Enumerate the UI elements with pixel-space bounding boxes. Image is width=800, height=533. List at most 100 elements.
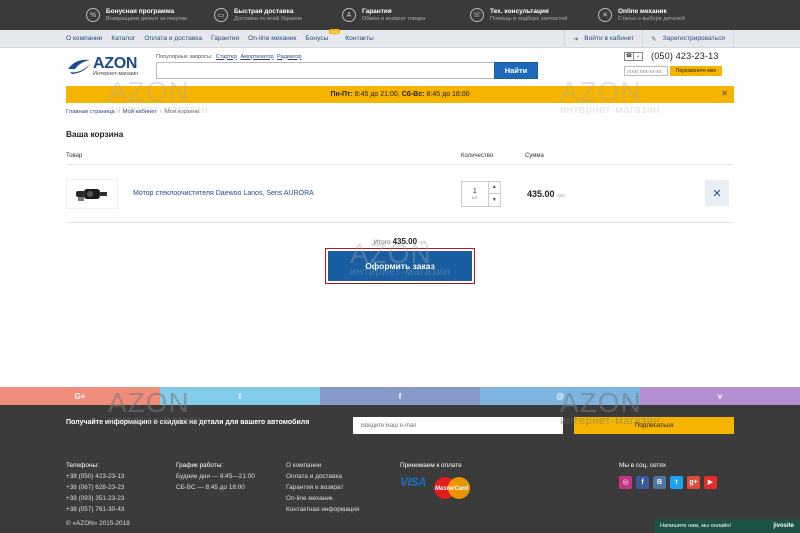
chevron-down-icon[interactable]: ⌄ — [634, 51, 643, 61]
subscribe-button[interactable]: Подписаться — [574, 417, 734, 434]
breadcrumb-separator: › — [117, 109, 120, 115]
footer-phones: Телефоны: +38 (050) 423-23-13 +38 (067) … — [66, 460, 124, 515]
instagram-icon[interactable]: ◎ — [619, 476, 632, 489]
schedule-weekend-hours: 8:45 до 18:00 — [426, 91, 470, 98]
callback-phone-input[interactable] — [624, 66, 668, 76]
chat-widget[interactable]: Напишите нам, мы онлайн! jivosite — [654, 519, 800, 533]
phone-number[interactable]: (050) 423-23-13 — [651, 51, 719, 61]
nav-link-mechanic[interactable]: On-line механик — [248, 35, 296, 42]
chat-text: Напишите нам, мы онлайн! — [660, 523, 731, 529]
decrement-icon[interactable]: ▼ — [489, 194, 500, 206]
footer-link[interactable]: Контактная информация — [286, 504, 359, 515]
popular-query[interactable]: Стартер — [216, 54, 237, 60]
twitter-icon[interactable]: t — [670, 476, 683, 489]
shield-icon: A — [342, 8, 356, 22]
breadcrumb-account[interactable]: Мой кабинет — [123, 109, 157, 115]
footer-schedule: График работы: Будние дни — 8:45—21:00 С… — [176, 460, 255, 493]
benefit-subtitle: Возвращаем деньги за покупки — [106, 15, 188, 22]
mastercard-label: MasterCard — [435, 486, 469, 492]
nav-link-bonus-label: Бонусы — [305, 35, 329, 42]
payment-title: Принимаем к оплате — [400, 462, 462, 469]
copyright: © «AZON» 2015-2018 — [66, 520, 130, 527]
telegram-icon[interactable]: @ — [480, 387, 640, 405]
mastercard-icon: MasterCard — [434, 477, 471, 499]
col-product: Товар — [66, 153, 83, 159]
logo-subtitle: Интернет-магазин — [93, 70, 139, 77]
item-sum: 435.00 грн — [527, 189, 667, 199]
col-sum: Сумма — [525, 153, 544, 159]
benefit-consult[interactable]: ☏ Тех. консультация Помощь в подборе запч… — [464, 0, 592, 30]
edit-icon: ✎ — [651, 35, 657, 43]
checkout-button[interactable]: Оформить заказ — [328, 251, 472, 281]
benefit-title: Быстрая доставка — [234, 7, 294, 15]
close-icon[interactable]: ✕ — [721, 89, 728, 98]
product-thumbnail[interactable] — [66, 178, 118, 209]
benefit-warranty[interactable]: A Гарантия Обмен и возврат товара — [336, 0, 464, 30]
page-title: Ваша корзина — [66, 129, 124, 139]
footer-phone[interactable]: +38 (093) 351-23-23 — [66, 493, 124, 504]
footer-phone[interactable]: +38 (050) 423-23-13 — [66, 471, 124, 482]
logo-name: AZON — [93, 54, 138, 72]
footer-phone[interactable]: +38 (067) 628-23-23 — [66, 482, 124, 493]
product-name[interactable]: Мотор стеклоочистителя Daewoo Lanos, Sen… — [133, 190, 461, 197]
cart-row: Мотор стеклоочистителя Daewoo Lanos, Sen… — [66, 165, 734, 223]
twitter-icon[interactable]: t — [160, 387, 320, 405]
register-label: Зарегистрироваться — [662, 35, 725, 42]
benefits-bar: % Бонусная программа Возвращаем деньги за… — [0, 0, 800, 30]
search-button[interactable]: Найти — [494, 61, 538, 79]
remove-item-button[interactable]: ✕ — [705, 180, 729, 206]
footer-link[interactable]: Оплата и доставка — [286, 471, 359, 482]
nav-link-warranty[interactable]: Гарантия — [211, 35, 239, 42]
search-input[interactable] — [156, 61, 494, 79]
nav-link-about[interactable]: О компании — [66, 35, 102, 42]
footer-link[interactable]: О компании — [286, 460, 359, 471]
callback-button[interactable]: Перезвоните мне — [670, 66, 722, 76]
vk-icon[interactable]: B — [653, 476, 666, 489]
schedule-weekdays: Пн-Пт: — [330, 91, 353, 98]
footer-phone[interactable]: +38 (057) 761-30-43 — [66, 504, 124, 515]
youtube-icon[interactable]: ▶ — [704, 476, 717, 489]
nav-link-payment[interactable]: Оплата и доставка — [144, 35, 202, 42]
phone-icon: ☎ — [624, 51, 634, 61]
popular-query[interactable]: Амортизатор — [240, 54, 273, 60]
headset-icon: ☏ — [470, 8, 484, 22]
viber-icon[interactable]: v — [640, 387, 800, 405]
benefit-title: Бонусная программа — [106, 7, 175, 15]
quantity-value[interactable]: 1 — [473, 188, 477, 195]
increment-icon[interactable]: ▲ — [488, 182, 500, 194]
nav-link-catalog[interactable]: Каталог — [111, 35, 135, 42]
benefit-mechanic[interactable]: ✕ Online механик Статьи о выборе деталей — [592, 0, 720, 30]
checkout-highlight: Оформить заказ — [325, 248, 475, 284]
footer-link[interactable]: Гарантия и возврат — [286, 482, 359, 493]
breadcrumb-home[interactable]: Главная страница — [66, 109, 115, 115]
new-badge: new — [328, 29, 341, 34]
schedule-weekdays-hours: 8:45 до 21:00, — [354, 91, 400, 98]
close-icon: ✕ — [712, 187, 722, 200]
benefit-subtitle: Обмен и возврат товара — [362, 15, 426, 22]
benefit-bonus[interactable]: % Бонусная программа Возвращаем деньги за… — [80, 0, 208, 30]
total-label: Итого — [373, 239, 391, 246]
chat-brand: jivosite — [773, 523, 794, 529]
footer-link[interactable]: On-line механик — [286, 493, 359, 504]
login-link[interactable]: ⇥ Войти в кабинет — [563, 29, 642, 48]
email-field[interactable] — [353, 417, 563, 434]
nav-link-bonus[interactable]: Бонусы new — [305, 29, 341, 42]
product-image — [76, 188, 107, 201]
nav-link-contacts[interactable]: Контакты — [345, 35, 373, 42]
benefit-delivery[interactable]: ▭ Быстрая доставка Доставка по всей Украи… — [208, 0, 336, 30]
register-link[interactable]: ✎ Зарегистрироваться — [642, 29, 734, 48]
facebook-icon[interactable]: f — [320, 387, 480, 405]
google-plus-icon[interactable]: G+ — [0, 387, 160, 405]
cart-total: Итого 435.00 грн — [0, 237, 800, 246]
cart-table: Товар Количество Сумма Мотор стеклоочист… — [66, 153, 734, 223]
schedule-line: Будние дни — 8:45—21:00 — [176, 473, 255, 480]
main-nav: О компании Каталог Оплата и доставка Гар… — [0, 29, 800, 48]
login-icon: ⇥ — [572, 35, 579, 43]
site-logo[interactable]: AZON Интернет-магазин — [66, 54, 152, 77]
total-value: 435.00 — [392, 237, 418, 246]
facebook-icon[interactable]: f — [636, 476, 649, 489]
schedule-title: График работы: — [176, 462, 224, 469]
site-footer: Получайте информацию о скидках на детали… — [0, 389, 800, 533]
popular-query[interactable]: Радиатор — [277, 54, 301, 60]
google-plus-icon[interactable]: g+ — [687, 476, 700, 489]
